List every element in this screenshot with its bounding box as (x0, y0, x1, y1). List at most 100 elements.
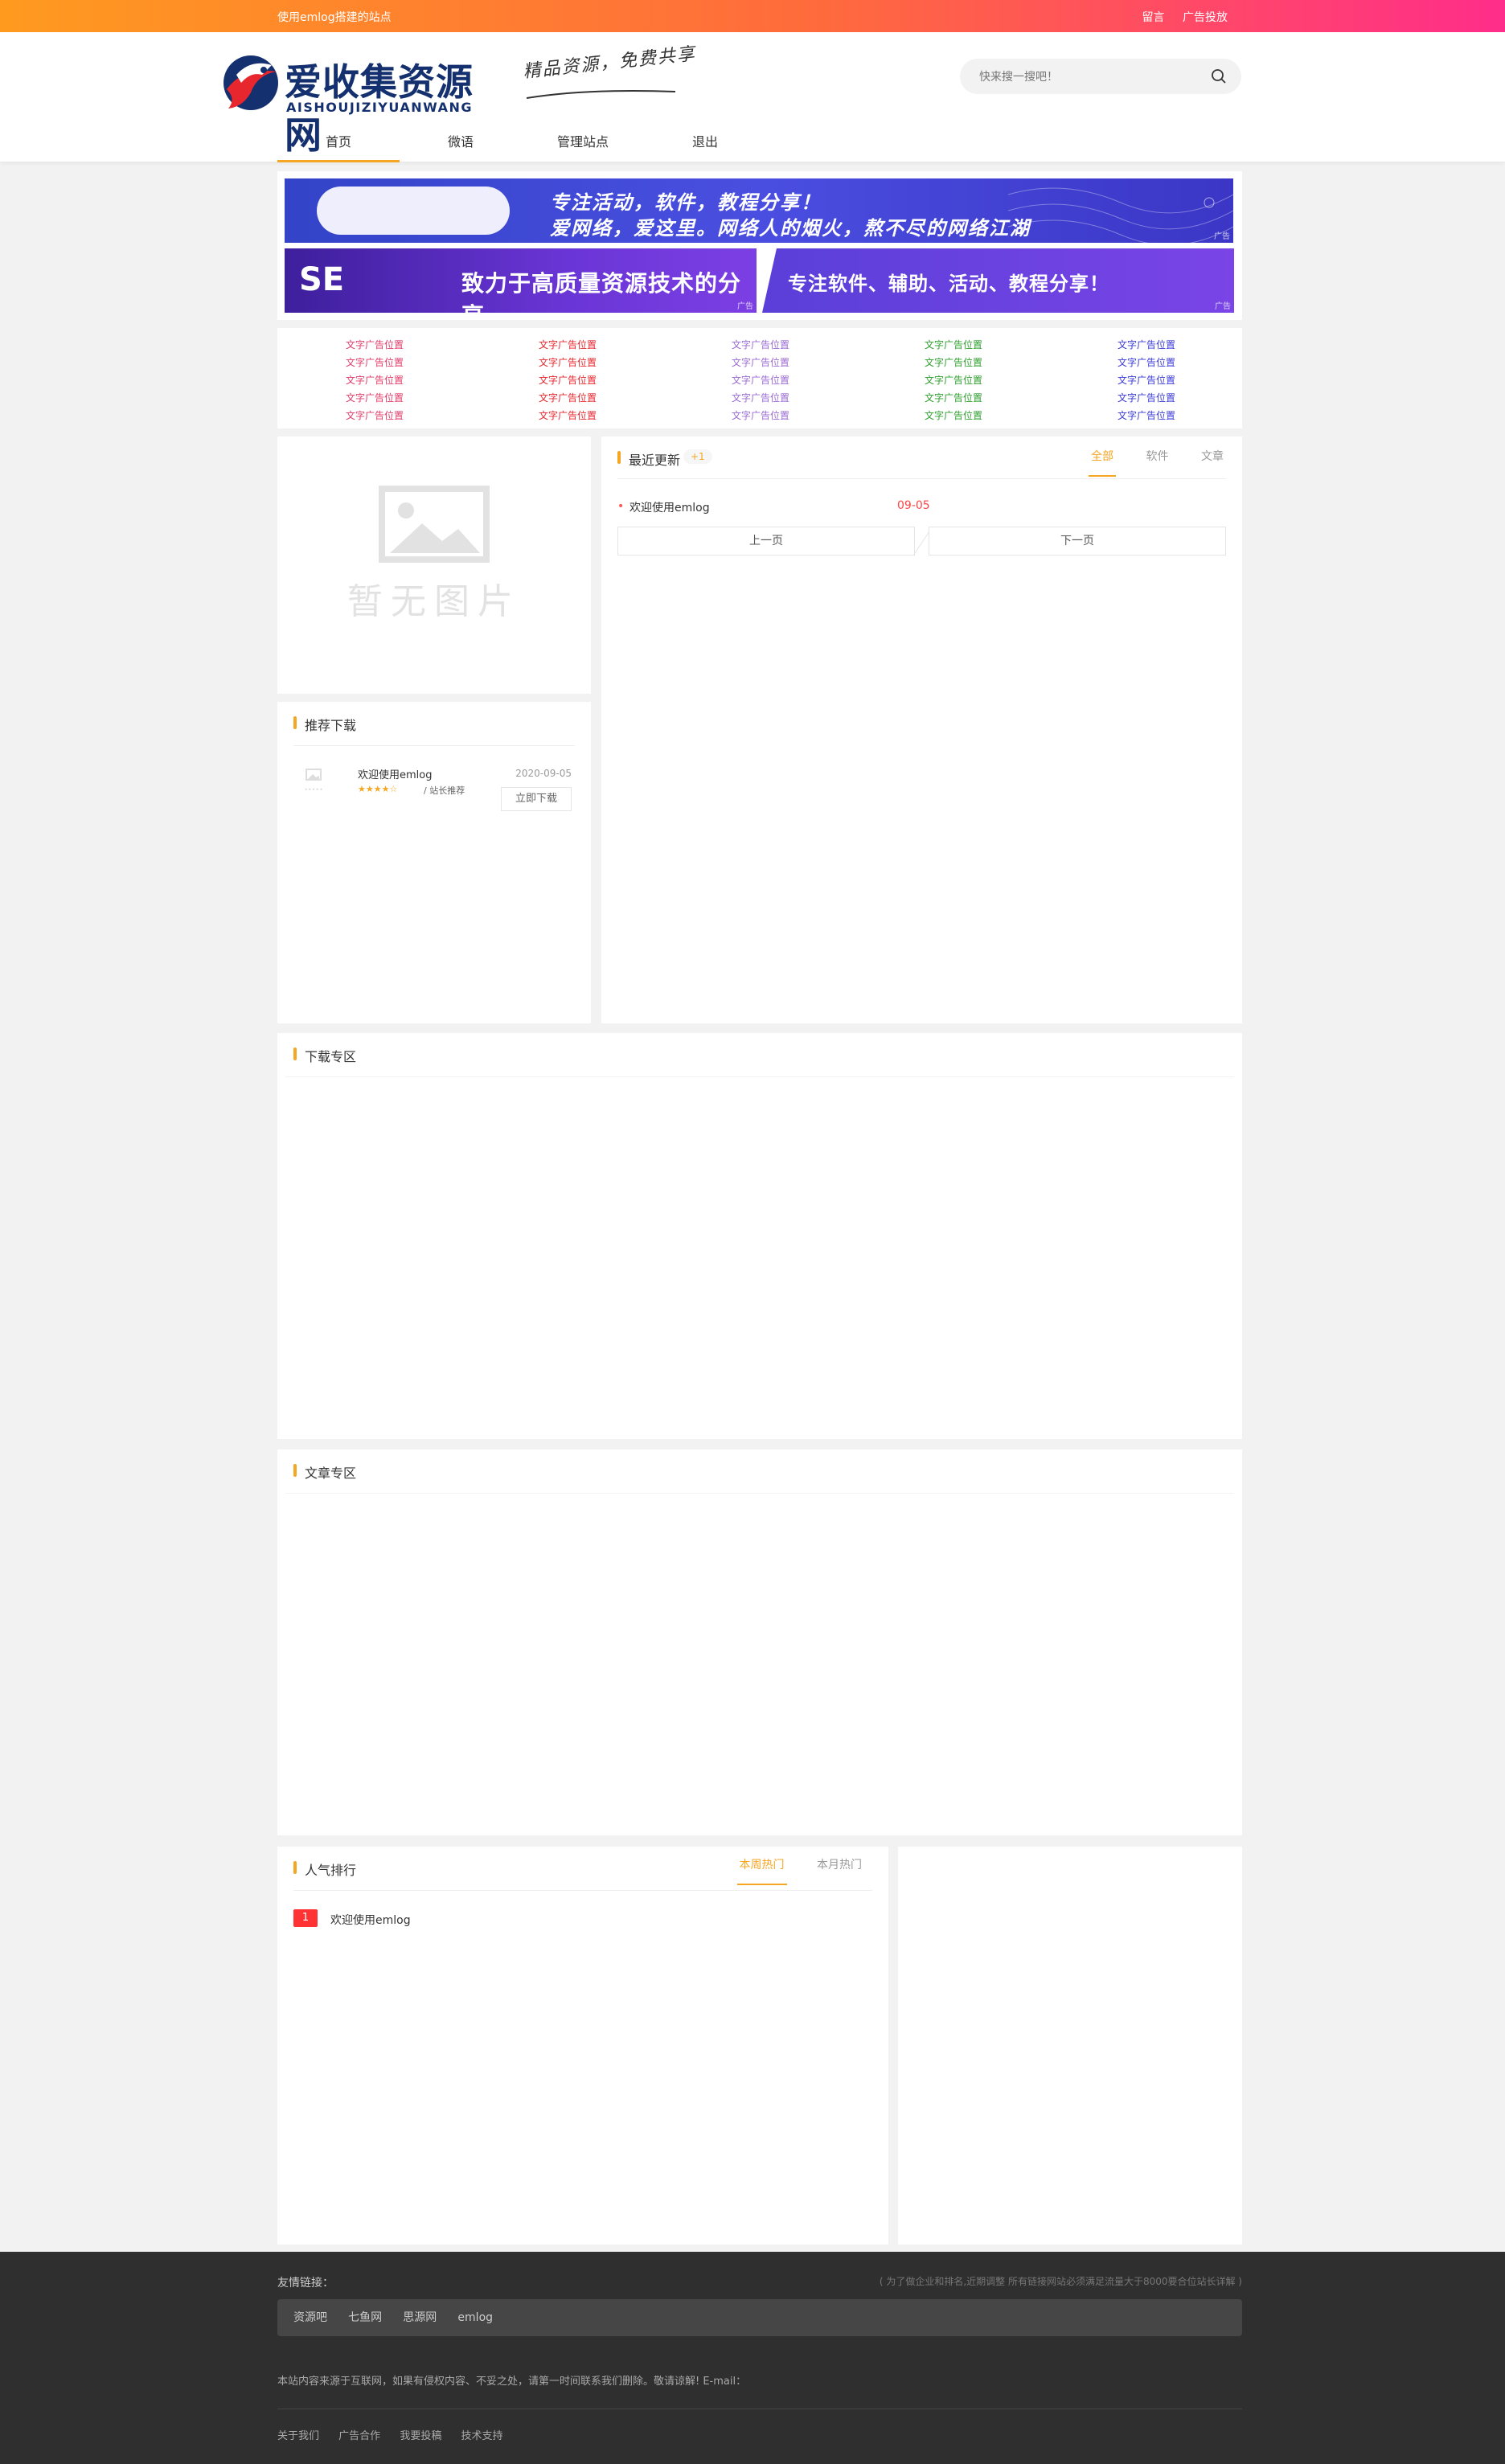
next-page-button[interactable]: 下一页 (929, 527, 1226, 556)
friend-link[interactable]: emlog (457, 2299, 493, 2336)
banner3-text: 专注软件、辅助、活动、教程分享！ (788, 273, 1109, 295)
footer-link-about[interactable]: 关于我们 (277, 2430, 319, 2442)
text-ad-link[interactable]: 文字广告位置 (732, 389, 892, 407)
text-ad-link[interactable]: 文字广告位置 (1117, 407, 1278, 424)
text-ads-panel: 文字广告位置 文字广告位置 文字广告位置 文字广告位置 文字广告位置 文字广告位置 文字广告… (277, 328, 1242, 428)
nav-item-weiyu[interactable]: 微语 (400, 129, 522, 162)
download-button[interactable]: 立即下载 (501, 787, 572, 811)
friend-link[interactable]: 资源吧 (293, 2299, 327, 2336)
prev-page-button[interactable]: 上一页 (617, 527, 915, 556)
list-item[interactable]: • 欢迎使用emlog 09-05 (617, 499, 1226, 515)
footer-link-submit[interactable]: 我要投稿 (400, 2430, 441, 2442)
friend-links-title: 友情链接： (277, 2277, 334, 2290)
ad-placement-link[interactable]: 广告投放 (1183, 11, 1228, 24)
top-bar: 使用emlog搭建的站点 留言 广告投放 (0, 0, 1505, 32)
rec-item-date: 2020-09-05 (515, 768, 572, 779)
friend-link[interactable]: 思源网 (403, 2299, 437, 2336)
ad-tag: 广告 (737, 302, 753, 311)
tab-all[interactable]: 全部 (1089, 441, 1117, 477)
text-ad-link[interactable]: 文字广告位置 (925, 407, 1085, 424)
download-zone-title: 下载专区 (293, 1046, 356, 1065)
article-zone-title: 文章专区 (293, 1462, 356, 1482)
pagination: 上一页 下一页 (617, 527, 1226, 556)
text-ad-link[interactable]: 文字广告位置 (732, 407, 892, 424)
banner-ad-1[interactable]: 专注活动，软件，教程分享！ 爱网络，爱这里。网络人的烟火，熬不尽的网络江湖 广告 (285, 178, 1233, 243)
divider (285, 1493, 1234, 1494)
text-ad-link[interactable]: 文字广告位置 (346, 389, 506, 407)
text-ad-link[interactable]: 文字广告位置 (732, 371, 892, 389)
footer-link-ads[interactable]: 广告合作 (338, 2430, 380, 2442)
slogan: 精品资源，免费共享 (522, 43, 697, 83)
text-ad-link[interactable]: 文字广告位置 (1117, 389, 1278, 407)
banner1-line1: 专注活动，软件，教程分享！ (550, 191, 822, 214)
divider (617, 478, 1226, 479)
search-input[interactable] (979, 67, 1204, 86)
popular-title: 人气排行 (293, 1859, 356, 1879)
text-ad-link[interactable]: 文字广告位置 (732, 336, 892, 354)
divider (293, 745, 575, 746)
text-ad-link[interactable]: 文字广告位置 (925, 389, 1085, 407)
divider (285, 1076, 1234, 1077)
banner-area: 专注活动，软件，教程分享！ 爱网络，爱这里。网络人的烟火，熬不尽的网络江湖 广告… (277, 171, 1242, 320)
nav-item-logout[interactable]: 退出 (644, 129, 766, 162)
text-ad-link[interactable]: 文字广告位置 (732, 354, 892, 371)
footer-link-support[interactable]: 技术支持 (461, 2430, 502, 2442)
tab-software[interactable]: 软件 (1144, 441, 1171, 475)
text-ad-link[interactable]: 文字广告位置 (1117, 354, 1278, 371)
rating-stars-icon: ★★★★☆ (358, 784, 398, 794)
banner-pill (317, 187, 510, 235)
text-ad-link[interactable]: 文字广告位置 (1117, 336, 1278, 354)
text-ad-link[interactable]: 文字广告位置 (539, 336, 699, 354)
recommended-downloads-panel: 推荐下载 ••••• 欢迎使用emlog ★★★★☆ / 站长推荐 2020-0… (277, 702, 591, 1023)
list-item: ••••• 欢迎使用emlog ★★★★☆ / 站长推荐 2020-09-05 … (293, 763, 575, 819)
text-ad-link[interactable]: 文字广告位置 (346, 336, 506, 354)
text-ad-link[interactable]: 文字广告位置 (346, 371, 506, 389)
search-icon[interactable] (1211, 68, 1227, 84)
download-zone-panel: 下载专区 (277, 1033, 1242, 1439)
featured-image-box: 暂无图片 (277, 437, 591, 694)
nav-item-admin[interactable]: 管理站点 (522, 129, 644, 162)
text-ad-link[interactable]: 文字广告位置 (539, 354, 699, 371)
banner1-line2: 爱网络，爱这里。网络人的烟火，熬不尽的网络江湖 (550, 217, 1031, 240)
text-ad-link[interactable]: 文字广告位置 (539, 371, 699, 389)
svg-text:•••••: ••••• (304, 786, 323, 793)
popular-ranking-panel: 人气排行 本周热门 本月热门 1 欢迎使用emlog (277, 1847, 888, 2245)
banner-ad-3[interactable]: 专注软件、辅助、活动、教程分享！ 广告 (762, 248, 1234, 313)
thumbnail-placeholder-icon[interactable]: ••••• (293, 763, 334, 803)
rank-badge: 1 (293, 1909, 318, 1927)
latest-title: 最近更新 (617, 449, 680, 469)
text-ad-link[interactable]: 文字广告位置 (539, 389, 699, 407)
text-ad-link[interactable]: 文字广告位置 (925, 354, 1085, 371)
main-nav: 首页 微语 管理站点 退出 (277, 129, 766, 162)
article-zone-panel: 文章专区 (277, 1449, 1242, 1835)
recommend-title: 推荐下载 (293, 715, 356, 734)
text-ad-link[interactable]: 文字广告位置 (539, 407, 699, 424)
nav-item-home[interactable]: 首页 (277, 129, 400, 162)
logo-text-en: AISHOUJIZIYUANWANG (286, 100, 473, 115)
site-header: 爱收集资源网 AISHOUJIZIYUANWANG 精品资源，免费共享 首页 微… (0, 32, 1505, 162)
banner2-text: 致力于高质量资源技术的分享 (461, 270, 742, 313)
banner-ad-2[interactable]: SE 致力于高质量资源技术的分享 广告 (285, 248, 757, 313)
guestbook-link[interactable]: 留言 (1142, 11, 1165, 24)
text-ad-link[interactable]: 文字广告位置 (346, 354, 506, 371)
footer-bottom-links: 关于我们 广告合作 我要投稿 技术支持 (277, 2427, 519, 2442)
ad-tag: 广告 (1215, 302, 1231, 311)
banner2-logo: SE (299, 261, 345, 298)
text-ad-column: 文字广告位置 文字广告位置 文字广告位置 文字广告位置 文字广告位置 (346, 336, 506, 424)
text-ad-column: 文字广告位置 文字广告位置 文字广告位置 文字广告位置 文字广告位置 (732, 336, 892, 424)
search-box (960, 59, 1241, 94)
slogan-swash-icon (526, 90, 676, 99)
list-item-title[interactable]: 欢迎使用emlog (330, 1912, 411, 1928)
text-ad-link[interactable]: 文字广告位置 (925, 371, 1085, 389)
site-logo[interactable]: 爱收集资源网 AISHOUJIZIYUANWANG (219, 47, 492, 157)
list-item-title[interactable]: 欢迎使用emlog (629, 499, 710, 515)
no-image-icon: 暂无图片 (347, 486, 513, 622)
rec-item-title[interactable]: 欢迎使用emlog (358, 766, 432, 781)
text-ad-link[interactable]: 文字广告位置 (1117, 371, 1278, 389)
text-ad-link[interactable]: 文字广告位置 (346, 407, 506, 424)
text-ad-link[interactable]: 文字广告位置 (925, 336, 1085, 354)
friend-link[interactable]: 七鱼网 (348, 2299, 382, 2336)
tab-week-hot[interactable]: 本周热门 (736, 1850, 787, 1885)
tab-articles[interactable]: 文章 (1199, 441, 1226, 475)
tab-month-hot[interactable]: 本月热门 (814, 1850, 864, 1884)
